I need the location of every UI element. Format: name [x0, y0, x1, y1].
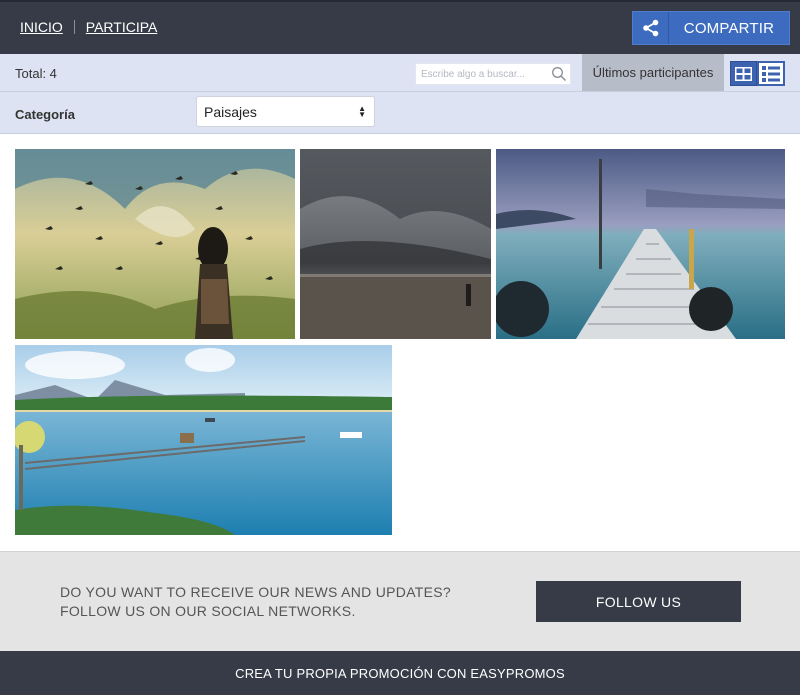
- category-select[interactable]: Paisajes ▲ ▼: [196, 96, 375, 127]
- nav-link-participa[interactable]: PARTICIPA: [86, 19, 158, 35]
- footer-link-easypromos[interactable]: CREA TU PROPIA PROMOCIÓN CON EASYPROMOS: [235, 666, 565, 681]
- follow-us-button[interactable]: FOLLOW US: [536, 581, 741, 622]
- view-toggle: [730, 61, 785, 86]
- share-icon: [633, 12, 669, 44]
- main-nav: INICIO PARTICIPA: [20, 19, 157, 35]
- search-input[interactable]: [416, 64, 546, 85]
- gallery-photo-tropical-pier[interactable]: [15, 345, 392, 535]
- category-label: Categoría: [15, 107, 75, 122]
- total-count: Total: 4: [15, 66, 57, 81]
- gallery-toolbar: Total: 4 Últimos participantes: [0, 54, 800, 92]
- share-button[interactable]: COMPARTIR: [632, 11, 790, 45]
- gallery-photo-girl-birds[interactable]: [15, 149, 295, 339]
- search-box: [415, 63, 571, 85]
- latest-participants-button[interactable]: Últimos participantes: [582, 54, 724, 91]
- category-filter-bar: Categoría Paisajes ▲ ▼: [0, 92, 800, 134]
- nav-separator: [73, 20, 75, 34]
- share-button-label: COMPARTIR: [683, 19, 775, 37]
- nav-link-inicio[interactable]: INICIO: [20, 19, 63, 35]
- newsletter-section: DO YOU WANT TO RECEIVE OUR NEWS AND UPDA…: [0, 551, 800, 651]
- footer-bar: CREA TU PROPIA PROMOCIÓN CON EASYPROMOS: [0, 651, 800, 695]
- gallery-photo-pier-sea[interactable]: [496, 149, 785, 339]
- newsletter-line-1: DO YOU WANT TO RECEIVE OUR NEWS AND UPDA…: [60, 584, 452, 600]
- newsletter-line-2: FOLLOW US ON OUR SOCIAL NETWORKS.: [60, 603, 356, 619]
- newsletter-text: DO YOU WANT TO RECEIVE OUR NEWS AND UPDA…: [60, 583, 451, 621]
- category-selected-value: Paisajes: [204, 103, 257, 120]
- list-view-icon[interactable]: [757, 61, 785, 86]
- select-arrows-icon: ▲ ▼: [358, 104, 366, 119]
- gallery-photo-storm-beach[interactable]: [300, 149, 491, 339]
- grid-view-icon[interactable]: [730, 61, 757, 86]
- search-icon[interactable]: [551, 66, 567, 87]
- top-navigation-bar: INICIO PARTICIPA COMPARTIR: [0, 0, 800, 54]
